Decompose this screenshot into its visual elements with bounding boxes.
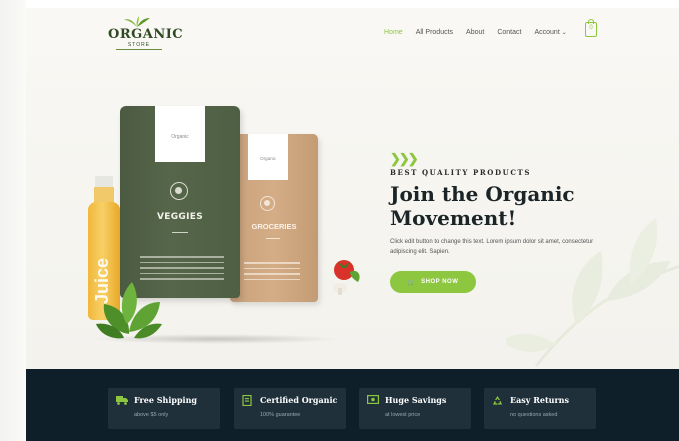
nav-item-account-label: Account: [534, 28, 560, 36]
site-logo[interactable]: ORGANIC STORE: [108, 16, 184, 50]
veggies-bag-label: Organic: [155, 106, 205, 162]
main-nav: Home All Products About Contact Account ⌄: [384, 24, 580, 40]
recycle-icon: [492, 395, 504, 405]
cart-button[interactable]: 0: [585, 19, 597, 37]
hero-description: Click edit button to change this text. L…: [390, 239, 594, 255]
feature-card-huge-savings: Huge Savings at lowest price: [359, 388, 471, 429]
feature-card-easy-returns: Easy Returns no questions asked: [484, 388, 596, 429]
certificate-icon: [242, 394, 254, 407]
veggies-bag-image: Organic VEGGIES: [120, 106, 240, 298]
feature-card-certified-organic: Certified Organic 100% guarantee: [234, 388, 346, 429]
feature-title: Easy Returns: [510, 395, 570, 405]
nav-item-account[interactable]: Account ⌄: [534, 29, 566, 36]
feature-subtitle: 100% guarantee: [260, 412, 301, 418]
feature-subtitle: at lowest price: [385, 412, 421, 418]
logo-underline: [116, 49, 162, 50]
shopping-bag-icon: [588, 19, 594, 24]
site: ORGANIC STORE Home All Products About Co…: [26, 8, 679, 441]
basil-leaves-icon: [96, 282, 162, 339]
product-showcase: Organic GROCERIES Organic VEGGIES Juice: [80, 106, 360, 346]
tomato-mushroom-icon: [333, 260, 360, 295]
logo-text: ORGANIC: [108, 27, 184, 42]
money-icon: [367, 395, 380, 405]
groceries-bag-info: [244, 262, 300, 288]
chevrons-decoration-icon: ❯❯❯: [390, 151, 419, 166]
feature-subtitle: no questions asked: [510, 412, 558, 418]
veggies-bag-title: VEGGIES: [157, 212, 203, 222]
bottle-neck: [94, 187, 114, 203]
cart-count: 0: [589, 25, 593, 31]
cart-icon: 🛒: [407, 279, 416, 286]
features-bar: Free Shipping above $5 only Certified Or…: [26, 369, 679, 441]
chevron-down-icon: ⌄: [561, 29, 567, 36]
groceries-bag-image: Organic GROCERIES: [230, 134, 318, 302]
left-margin: [0, 0, 26, 441]
truck-icon: [116, 395, 128, 405]
nav-item-all-products[interactable]: All Products: [416, 29, 453, 36]
nav-item-contact[interactable]: Contact: [497, 29, 521, 36]
hero-section: Organic GROCERIES Organic VEGGIES Juice …: [26, 56, 679, 369]
veggies-bag-rule: [172, 232, 188, 233]
hero-copy: ❯❯❯ BEST QUALITY PRODUCTS Join the Organ…: [390, 151, 630, 293]
feature-title: Huge Savings: [385, 395, 447, 405]
veggies-emblem-icon: [170, 182, 188, 200]
shop-now-label: SHOP NOW: [421, 279, 459, 285]
hero-headline: Join the Organic Movement!: [390, 182, 630, 230]
feature-title: Certified Organic: [260, 395, 338, 405]
feature-card-free-shipping: Free Shipping above $5 only: [108, 388, 220, 429]
hero-eyebrow: BEST QUALITY PRODUCTS: [390, 168, 531, 177]
shop-now-button[interactable]: 🛒 SHOP NOW: [390, 271, 476, 293]
feature-subtitle: above $5 only: [134, 412, 169, 418]
groceries-bag-rule: [266, 238, 280, 239]
nav-item-home[interactable]: Home: [384, 29, 403, 36]
groceries-bag-title: GROCERIES: [251, 222, 297, 231]
page: ORGANIC STORE Home All Products About Co…: [0, 0, 679, 441]
groceries-bag-brand: Organic: [260, 156, 276, 161]
nav-item-about[interactable]: About: [466, 29, 484, 36]
logo-subtext: STORE: [127, 42, 151, 48]
feature-title: Free Shipping: [134, 395, 197, 405]
veggies-bag-brand: Organic: [171, 134, 189, 140]
hero-headline-line1: Join the Organic: [390, 182, 575, 206]
hero-headline-line2: Movement!: [390, 206, 517, 230]
groceries-bag-label: Organic: [248, 134, 288, 180]
groceries-emblem-icon: [260, 196, 275, 211]
site-header: ORGANIC STORE Home All Products About Co…: [26, 8, 679, 56]
